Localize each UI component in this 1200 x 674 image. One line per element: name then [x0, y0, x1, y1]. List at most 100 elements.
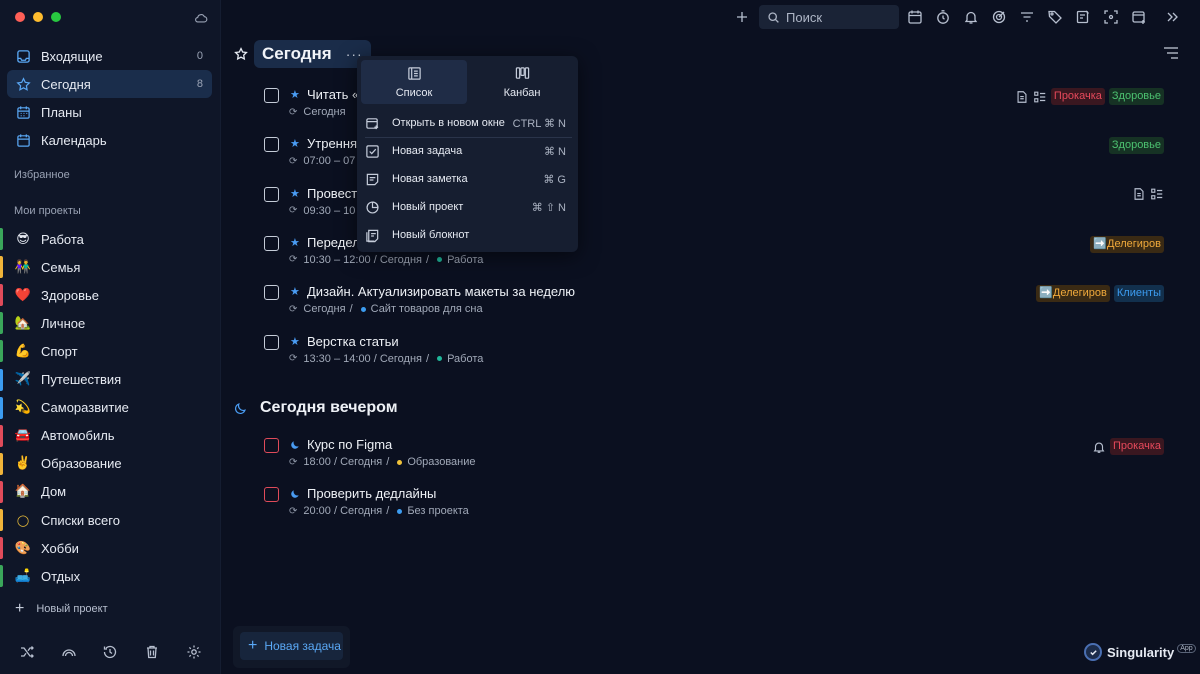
project-dot — [437, 257, 443, 263]
view-kanban-tab[interactable]: Канбан — [469, 60, 575, 104]
task-checkbox[interactable] — [264, 88, 279, 103]
shuffle-icon[interactable] — [19, 644, 35, 660]
sidebar-project-label: Путешествия — [41, 372, 122, 387]
project-dot — [397, 508, 403, 514]
cloud-sync-icon[interactable] — [194, 11, 208, 25]
tag-badge[interactable]: ➡️Делегиров — [1090, 235, 1164, 253]
page-title-button[interactable]: Сегодня ··· — [254, 40, 371, 68]
task-title: Проверить дедлайны — [307, 486, 437, 502]
search-input[interactable]: Поиск — [759, 5, 899, 29]
project-color-bar — [0, 340, 3, 363]
task-checkbox[interactable] — [264, 438, 279, 453]
sidebar-project-item[interactable]: ✌️ Образование — [7, 450, 212, 478]
tag-badge[interactable]: Прокачка — [1110, 438, 1164, 455]
trash-icon[interactable] — [144, 644, 160, 660]
history-icon[interactable] — [102, 644, 118, 660]
task-title: Провест — [307, 185, 358, 201]
repeat-icon: ⟳ — [289, 106, 298, 118]
sidebar-project-item[interactable]: 🏡 Личное — [7, 309, 212, 337]
sidebar-project-label: Списки всего — [41, 512, 120, 528]
sidebar-project-item[interactable]: 🏠 Дом — [7, 478, 212, 506]
task-row[interactable]: Проверить дедлайны ⟳ 20:00 / Сегодня / Без п… — [264, 486, 1164, 527]
sidebar-item-today[interactable]: Сегодня 8 — [7, 70, 212, 98]
task-row[interactable]: Курс по Figma ⟳ 18:00 / Сегодня / Образовани… — [264, 437, 1164, 478]
sidebar-project-item[interactable]: ❤️ Здоровье — [7, 281, 212, 309]
minimize-window-button[interactable] — [33, 12, 43, 22]
task-checkbox[interactable] — [264, 487, 279, 503]
new-task-panel: + Новая задача — [233, 626, 350, 668]
sidebar-project-item[interactable]: ◯ Списки всего — [7, 506, 212, 534]
task-checkbox[interactable] — [264, 235, 279, 251]
plus-icon[interactable] — [734, 9, 750, 25]
project-dot — [437, 356, 443, 361]
collapse-panel-icon[interactable] — [1164, 9, 1180, 25]
menu-new-task[interactable]: Новая задача ⌘ N — [365, 139, 572, 163]
close-window-button[interactable] — [15, 12, 25, 22]
singularity-logo-icon — [1084, 643, 1102, 661]
sidebar-item-label: Календарь — [41, 132, 107, 148]
settings-gear-icon[interactable] — [186, 644, 202, 660]
menu-new-project[interactable]: Новый проект ⌘ ⇧ N — [365, 195, 572, 219]
projects-section-label: Мои проекты — [14, 205, 81, 217]
task-project: Сайт товаров для сна — [370, 303, 483, 316]
sidebar-project-item[interactable]: 😎 Работа — [7, 225, 212, 253]
sidebar-project-label: Автомобиль — [41, 428, 115, 444]
task-time: 09:30 – 10 — [303, 204, 356, 217]
star-filled-icon: ★ — [290, 187, 300, 200]
focus-frame-icon[interactable] — [1103, 9, 1119, 25]
task-tags: Прокачка — [1092, 438, 1164, 455]
note-edit-icon[interactable] — [1075, 9, 1091, 25]
calendar-icon[interactable] — [907, 9, 923, 25]
sidebar-project-item[interactable]: 👫 Семья — [7, 253, 212, 281]
sidebar-item-plans[interactable]: Планы — [7, 98, 212, 126]
target-icon[interactable] — [991, 9, 1007, 25]
sidebar-project-item[interactable]: 🎨 Хобби — [7, 534, 212, 562]
repeat-icon: ⟳ — [289, 205, 298, 217]
sidebar-item-count: 0 — [196, 50, 203, 62]
sidebar-project-item[interactable]: ✈️ Путешествия — [7, 366, 212, 394]
menu-new-notebook[interactable]: Новый блокнот — [365, 223, 572, 247]
new-window-icon[interactable] — [1131, 9, 1147, 25]
task-time: Сегодня — [303, 106, 346, 118]
sort-icon[interactable] — [1162, 46, 1180, 60]
tag-badge[interactable]: Здоровье — [1108, 137, 1164, 155]
menu-item-shortcut: ⌘ ⇧ N — [531, 201, 566, 214]
project-emoji-icon: 👫 — [14, 259, 32, 275]
sidebar-project-item[interactable]: 💪 Спорт — [7, 337, 212, 365]
new-project-button[interactable]: + Новый проект — [15, 600, 108, 618]
meta-separator: / — [386, 505, 390, 518]
sidebar-item-inbox[interactable]: Входящие 0 — [7, 42, 212, 70]
maximize-window-button[interactable] — [51, 12, 61, 22]
task-row[interactable]: ★ Дизайн. Актуализировать макеты за недел… — [264, 284, 1164, 325]
menu-open-new-window[interactable]: Открыть в новом окне CTRL ⌘ N — [365, 111, 572, 135]
menu-item-label: Открыть в новом окне — [392, 117, 505, 129]
menu-item-shortcut: CTRL ⌘ N — [512, 117, 566, 130]
tag-icon[interactable] — [1047, 9, 1063, 25]
timer-icon[interactable] — [935, 9, 951, 25]
task-row[interactable]: ★ Верстка статьи ⟳ 13:30 – 14:00 / Сегодня /… — [264, 334, 1164, 375]
tag-badge[interactable]: ➡️Делегиров — [1036, 285, 1110, 303]
sidebar-project-item[interactable]: 💫 Саморазвитие — [7, 394, 212, 422]
task-checkbox[interactable] — [264, 285, 279, 301]
sidebar-project-item[interactable]: 🚘 Автомобиль — [7, 422, 212, 450]
meta-separator: / — [426, 352, 430, 365]
bell-icon[interactable] — [963, 9, 979, 25]
note-icon — [1134, 187, 1144, 200]
view-tab-label: Список — [395, 86, 433, 99]
task-checkbox[interactable] — [264, 334, 279, 350]
inbox-icon — [15, 48, 31, 64]
new-task-button[interactable]: + Новая задача — [240, 632, 343, 660]
menu-new-note[interactable]: Новая заметка ⌘ G — [365, 167, 572, 191]
filter-icon[interactable] — [1019, 9, 1035, 25]
page-title: Сегодня — [262, 44, 332, 63]
rainbow-icon[interactable] — [61, 644, 77, 660]
sidebar-item-calendar[interactable]: Календарь — [7, 126, 212, 154]
tag-badge[interactable]: Здоровье — [1108, 88, 1164, 105]
star-outline-icon[interactable] — [234, 47, 248, 61]
tag-badge[interactable]: Клиенты — [1113, 285, 1164, 303]
tag-badge[interactable]: Прокачка — [1050, 88, 1105, 105]
task-checkbox[interactable] — [264, 186, 279, 202]
sidebar-project-item[interactable]: 🛋️ Отдых — [7, 562, 212, 590]
view-list-tab[interactable]: Список — [361, 60, 467, 104]
task-checkbox[interactable] — [264, 137, 279, 153]
